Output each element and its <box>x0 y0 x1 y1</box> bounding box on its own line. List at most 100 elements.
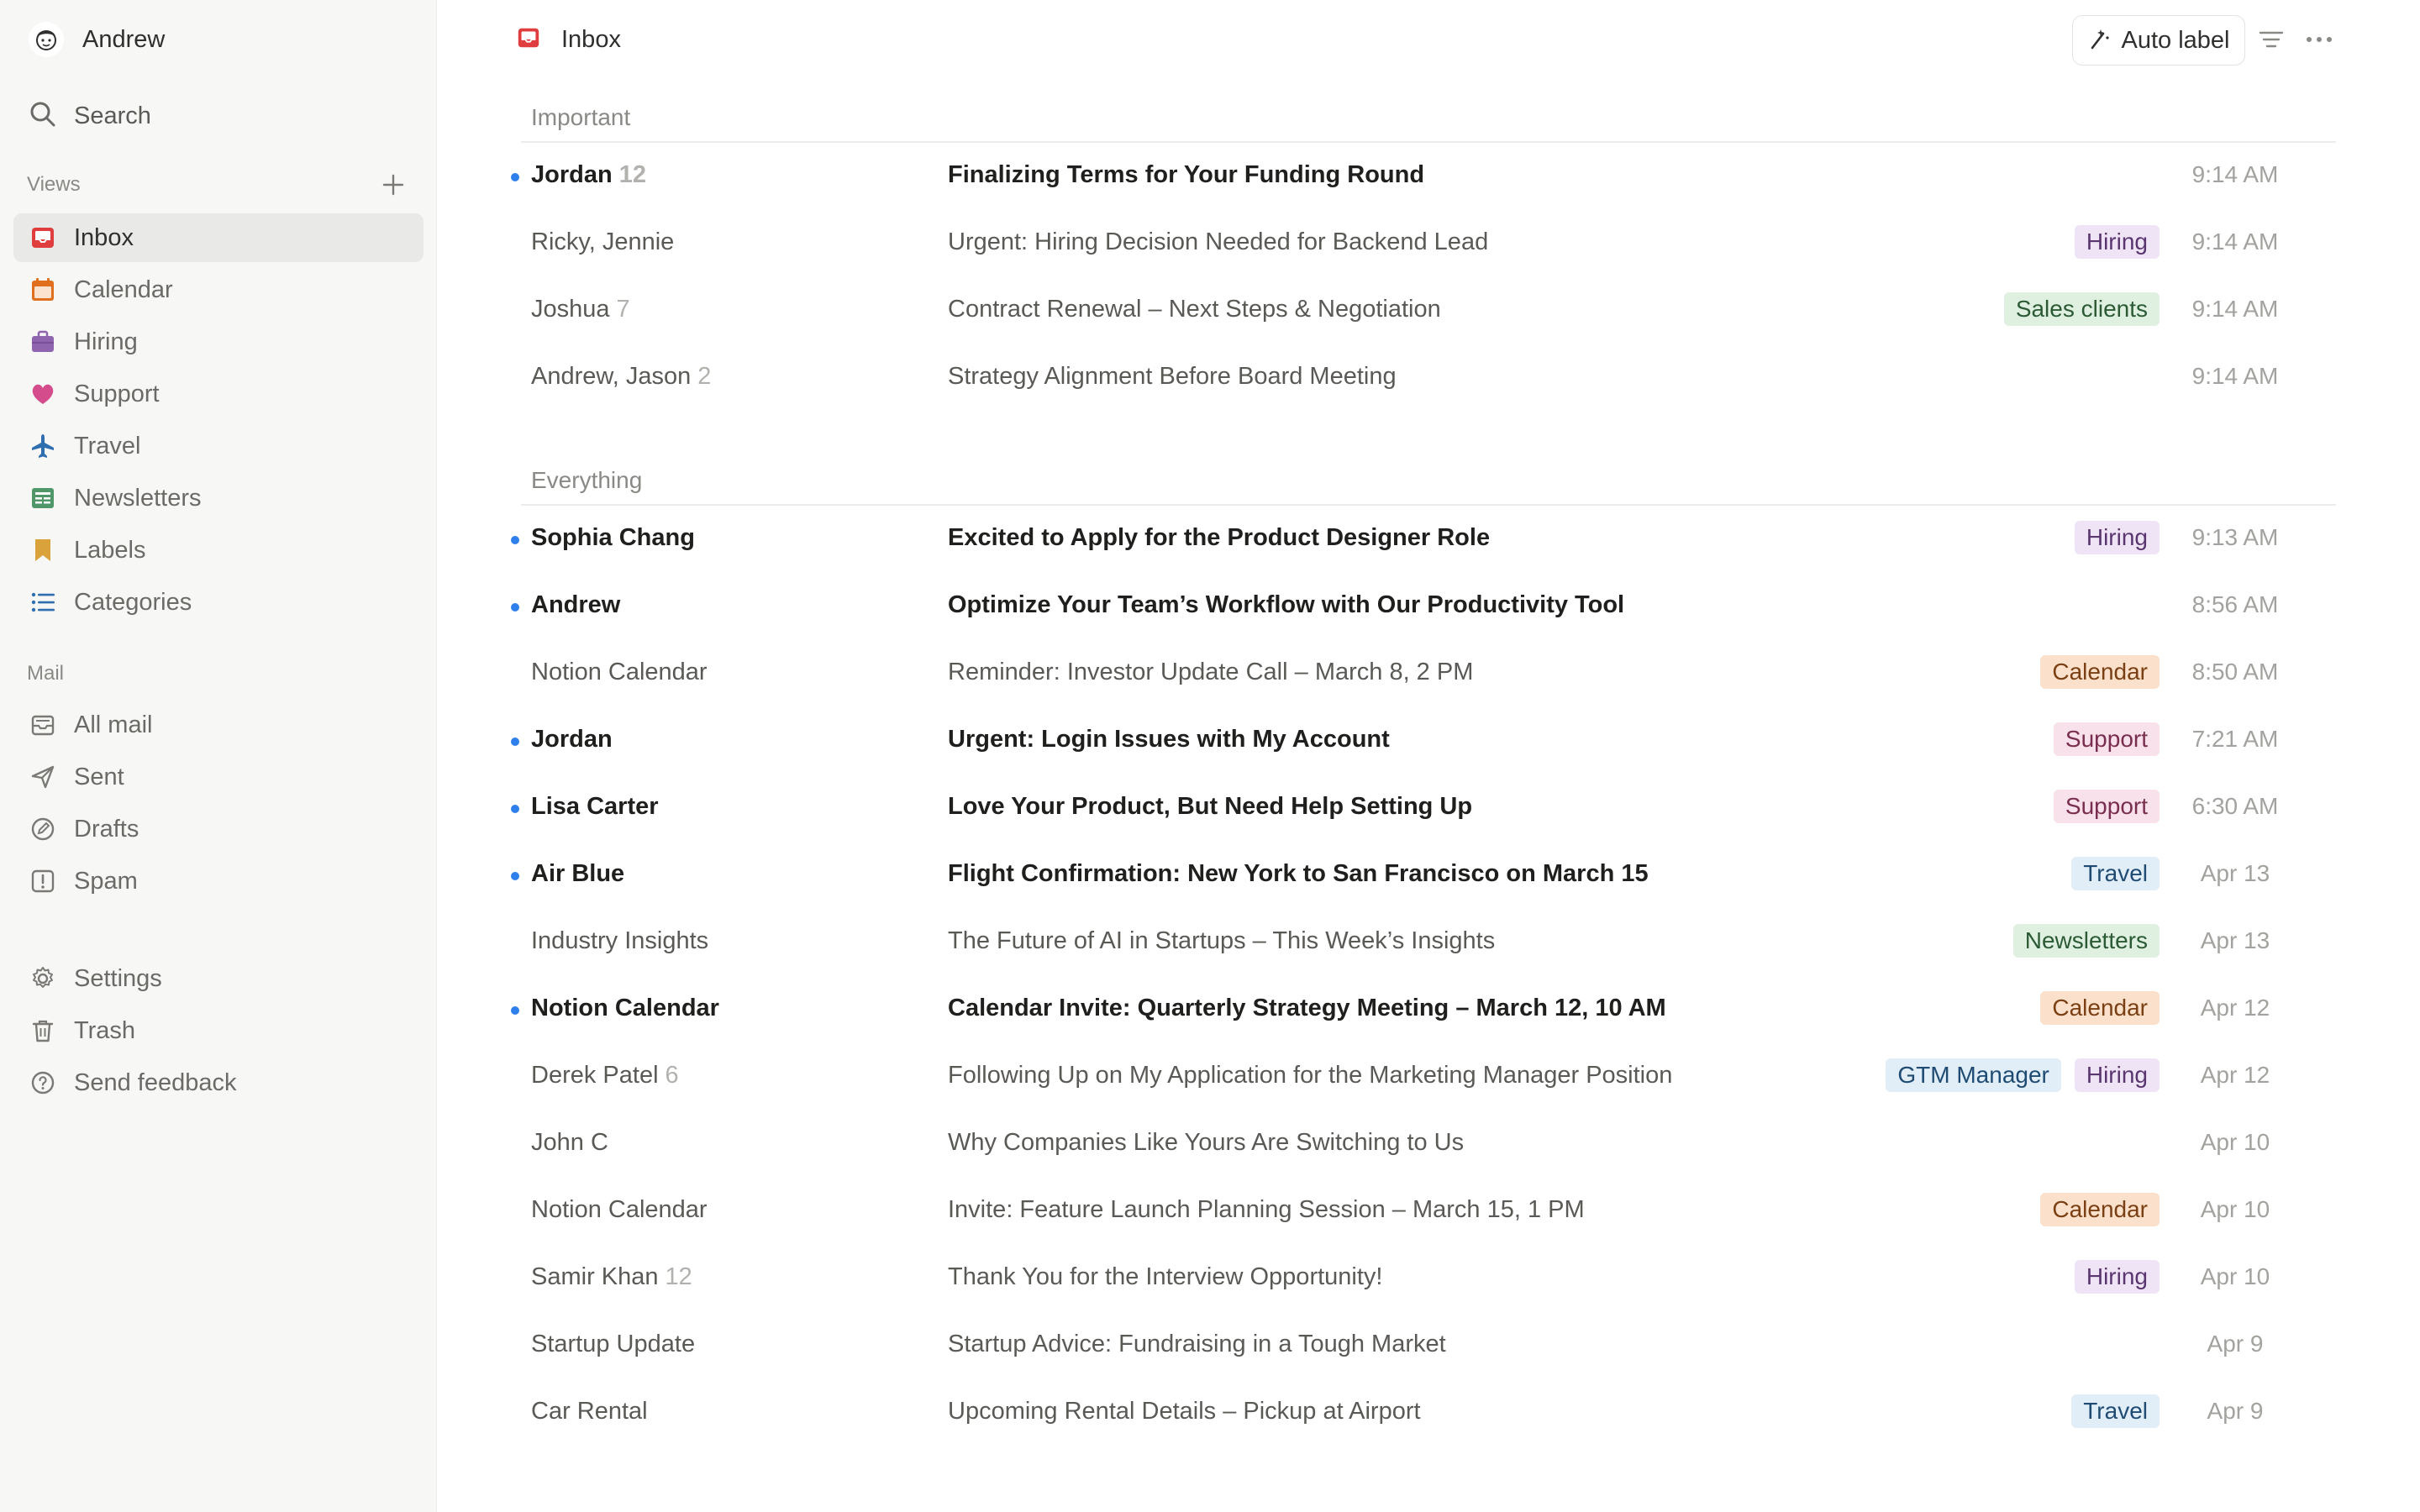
thread-count: 6 <box>665 1062 679 1089</box>
email-time: 8:56 AM <box>2191 591 2279 617</box>
email-time: Apr 13 <box>2200 927 2270 953</box>
email-row[interactable]: John C Why Companies Like Yours Are Switc… <box>504 1110 2336 1178</box>
send-icon <box>29 763 57 791</box>
email-row[interactable]: Car Rental Upcoming Rental Details – Pick… <box>504 1379 2336 1446</box>
label-tag[interactable]: Calendar <box>2040 991 2160 1025</box>
sidebar-item-drafts[interactable]: Drafts <box>13 805 424 853</box>
email-sender: Derek Patel 6 <box>531 1062 679 1089</box>
filter-icon <box>2259 31 2284 48</box>
email-row[interactable]: Startup Update Startup Advice: Fundraisin… <box>504 1312 2336 1379</box>
email-row[interactable]: Notion Calendar Reminder: Investor Update… <box>504 640 2336 707</box>
email-subject: Startup Advice: Fundraising in a Tough M… <box>948 1331 1446 1357</box>
email-row[interactable]: Andrew, Jason 2 Strategy Alignment Before … <box>504 344 2336 412</box>
email-sender: John C <box>531 1129 608 1157</box>
sender-name: Industry Insights <box>531 927 709 954</box>
email-row[interactable]: Samir Khan 12 Thank You for the Interview … <box>504 1245 2336 1312</box>
email-subject: Upcoming Rental Details – Pickup at Airp… <box>948 1398 1421 1425</box>
drafts-icon <box>29 815 57 843</box>
email-row[interactable]: Jordan Urgent: Login Issues with My Accou… <box>504 707 2336 774</box>
sidebar-item-support[interactable]: Support <box>13 370 424 418</box>
sidebar-item-trash[interactable]: Trash <box>13 1006 424 1055</box>
email-subject: Strategy Alignment Before Board Meeting <box>948 363 1397 390</box>
label-tag[interactable]: Support <box>2053 790 2160 823</box>
sender-name: Sophia Chang <box>531 524 695 551</box>
label-tag[interactable]: Hiring <box>2074 1260 2160 1294</box>
label-tag[interactable]: Hiring <box>2074 225 2160 259</box>
unread-dot <box>511 872 519 880</box>
avatar <box>29 22 64 57</box>
more-options-button[interactable] <box>2302 25 2336 54</box>
email-time: 9:13 AM <box>2191 524 2279 550</box>
sidebar-item-sent[interactable]: Sent <box>13 753 424 801</box>
sidebar: Andrew Search Views Inbox Calendar Hirin… <box>0 0 437 1512</box>
email-time: Apr 9 <box>2207 1398 2264 1424</box>
sidebar-item-all-mail[interactable]: All mail <box>13 701 424 749</box>
label-tag[interactable]: Hiring <box>2074 1058 2160 1092</box>
email-subject: Love Your Product, But Need Help Setting… <box>948 793 1473 820</box>
label-tag[interactable]: Newsletters <box>2012 924 2160 958</box>
sidebar-item-settings[interactable]: Settings <box>13 954 424 1003</box>
email-time: Apr 10 <box>2200 1196 2270 1222</box>
label-tags: Calendar <box>2040 991 2160 1025</box>
email-row[interactable]: Ricky, Jennie Urgent: Hiring Decision Nee… <box>504 210 2336 277</box>
email-sender: Ricky, Jennie <box>531 228 674 256</box>
sidebar-item-labels[interactable]: Labels <box>13 526 424 575</box>
label-tag[interactable]: Support <box>2053 722 2160 756</box>
sidebar-item-label: Settings <box>74 964 162 992</box>
email-row[interactable]: Derek Patel 6 Following Up on My Applicati… <box>504 1043 2336 1110</box>
sender-name: Jordan <box>531 726 613 753</box>
thread-count: 12 <box>665 1263 692 1290</box>
sidebar-item-hiring[interactable]: Hiring <box>13 318 424 366</box>
email-row[interactable]: Air Blue Flight Confirmation: New York to… <box>504 842 2336 909</box>
label-tag[interactable]: Calendar <box>2040 655 2160 689</box>
unread-dot <box>511 805 519 813</box>
label-tags: Sales clients <box>2003 292 2160 326</box>
email-row[interactable]: Jordan 12 Finalizing Terms for Your Fundin… <box>504 143 2336 210</box>
email-row[interactable]: Sophia Chang Excited to Apply for the Pro… <box>504 506 2336 573</box>
sender-name: Derek Patel <box>531 1062 659 1089</box>
view-title: Inbox <box>516 20 621 59</box>
sidebar-item-label: Spam <box>74 867 138 895</box>
label-tag[interactable]: Sales clients <box>2003 292 2160 326</box>
sidebar-item-newsletters[interactable]: Newsletters <box>13 474 424 522</box>
gear-icon <box>29 964 57 993</box>
email-row[interactable]: Notion Calendar Calendar Invite: Quarterl… <box>504 976 2336 1043</box>
sidebar-item-categories[interactable]: Categories <box>13 578 424 627</box>
sidebar-item-inbox[interactable]: Inbox <box>13 213 424 262</box>
email-sender: Sophia Chang <box>531 524 695 552</box>
email-row[interactable]: Lisa Carter Love Your Product, But Need H… <box>504 774 2336 842</box>
email-row[interactable]: Joshua 7 Contract Renewal – Next Steps & N… <box>504 277 2336 344</box>
email-row[interactable]: Andrew Optimize Your Team’s Workflow with… <box>504 573 2336 640</box>
label-tags: Calendar <box>2040 655 2160 689</box>
label-tag[interactable]: Calendar <box>2040 1193 2160 1226</box>
email-sender: Industry Insights <box>531 927 708 955</box>
email-row[interactable]: Industry Insights The Future of AI in Sta… <box>504 909 2336 976</box>
sidebar-item-spam[interactable]: Spam <box>13 857 424 906</box>
mail-section-label: Mail <box>27 662 65 685</box>
newspaper-icon <box>29 484 57 512</box>
sidebar-item-send-feedback[interactable]: Send feedback <box>13 1058 424 1107</box>
email-subject: Thank You for the Interview Opportunity! <box>948 1263 1383 1290</box>
sidebar-item-travel[interactable]: Travel <box>13 422 424 470</box>
label-tag[interactable]: Hiring <box>2074 521 2160 554</box>
inbox-icon <box>516 25 541 55</box>
group-header: Important <box>531 104 631 130</box>
email-subject: Excited to Apply for the Product Designe… <box>948 524 1491 551</box>
auto-label-text: Auto label <box>2121 26 2230 54</box>
search-button[interactable]: Search <box>29 97 151 134</box>
auto-label-button[interactable]: Auto label <box>2072 15 2245 66</box>
sidebar-item-label: Newsletters <box>74 484 202 512</box>
add-view-button[interactable] <box>376 168 410 202</box>
email-time: 8:50 AM <box>2191 659 2279 685</box>
email-subject: Urgent: Hiring Decision Needed for Backe… <box>948 228 1489 255</box>
user-switcher[interactable]: Andrew <box>29 20 165 59</box>
filter-button[interactable] <box>2257 25 2286 54</box>
label-tag[interactable]: Travel <box>2071 1394 2160 1428</box>
label-tag[interactable]: Travel <box>2071 857 2160 890</box>
trash-icon <box>29 1016 57 1045</box>
email-row[interactable]: Notion Calendar Invite: Feature Launch Pl… <box>504 1178 2336 1245</box>
sidebar-item-calendar[interactable]: Calendar <box>13 265 424 314</box>
label-tag[interactable]: GTM Manager <box>1886 1058 2061 1092</box>
page-title: Inbox <box>561 25 621 53</box>
email-time: Apr 12 <box>2200 1062 2270 1088</box>
